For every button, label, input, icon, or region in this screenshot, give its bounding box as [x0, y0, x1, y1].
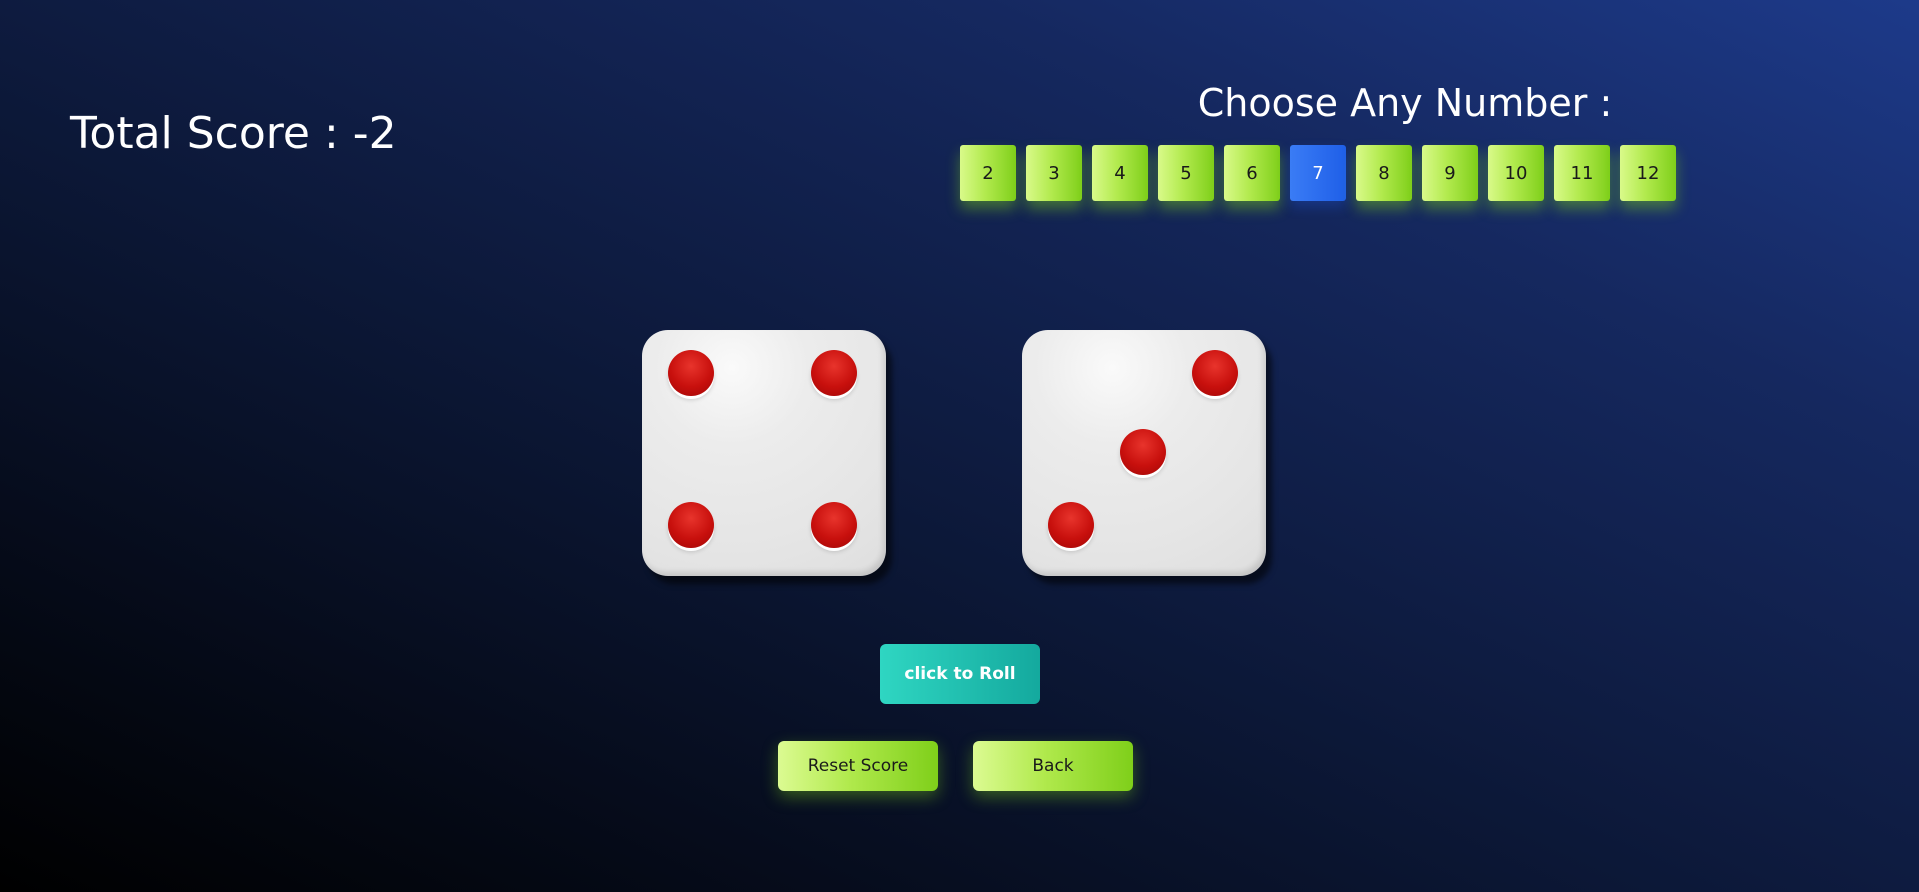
number-button-11[interactable]: 11 — [1554, 145, 1610, 201]
die-pip — [811, 502, 857, 548]
roll-dice-button[interactable]: click to Roll — [880, 644, 1040, 704]
number-button-9[interactable]: 9 — [1422, 145, 1478, 201]
die-left — [642, 330, 886, 576]
die-pip — [1192, 350, 1238, 396]
number-button-2[interactable]: 2 — [960, 145, 1016, 201]
number-button-4[interactable]: 4 — [1092, 145, 1148, 201]
die-pip — [811, 350, 857, 396]
die-pip — [668, 350, 714, 396]
total-score: Total Score : -2 — [70, 108, 397, 159]
number-selector: 2 3 4 5 6 7 8 9 10 11 12 — [960, 145, 1676, 201]
number-button-10[interactable]: 10 — [1488, 145, 1544, 201]
number-button-3[interactable]: 3 — [1026, 145, 1082, 201]
die-pip — [1120, 429, 1166, 475]
number-button-12[interactable]: 12 — [1620, 145, 1676, 201]
number-button-5[interactable]: 5 — [1158, 145, 1214, 201]
back-button[interactable]: Back — [973, 741, 1133, 791]
number-button-8[interactable]: 8 — [1356, 145, 1412, 201]
choose-number-title: Choose Any Number : — [1197, 81, 1613, 125]
number-button-6[interactable]: 6 — [1224, 145, 1280, 201]
reset-score-button[interactable]: Reset Score — [778, 741, 938, 791]
number-button-7[interactable]: 7 — [1290, 145, 1346, 201]
die-right — [1022, 330, 1266, 576]
die-pip — [1048, 502, 1094, 548]
die-pip — [668, 502, 714, 548]
